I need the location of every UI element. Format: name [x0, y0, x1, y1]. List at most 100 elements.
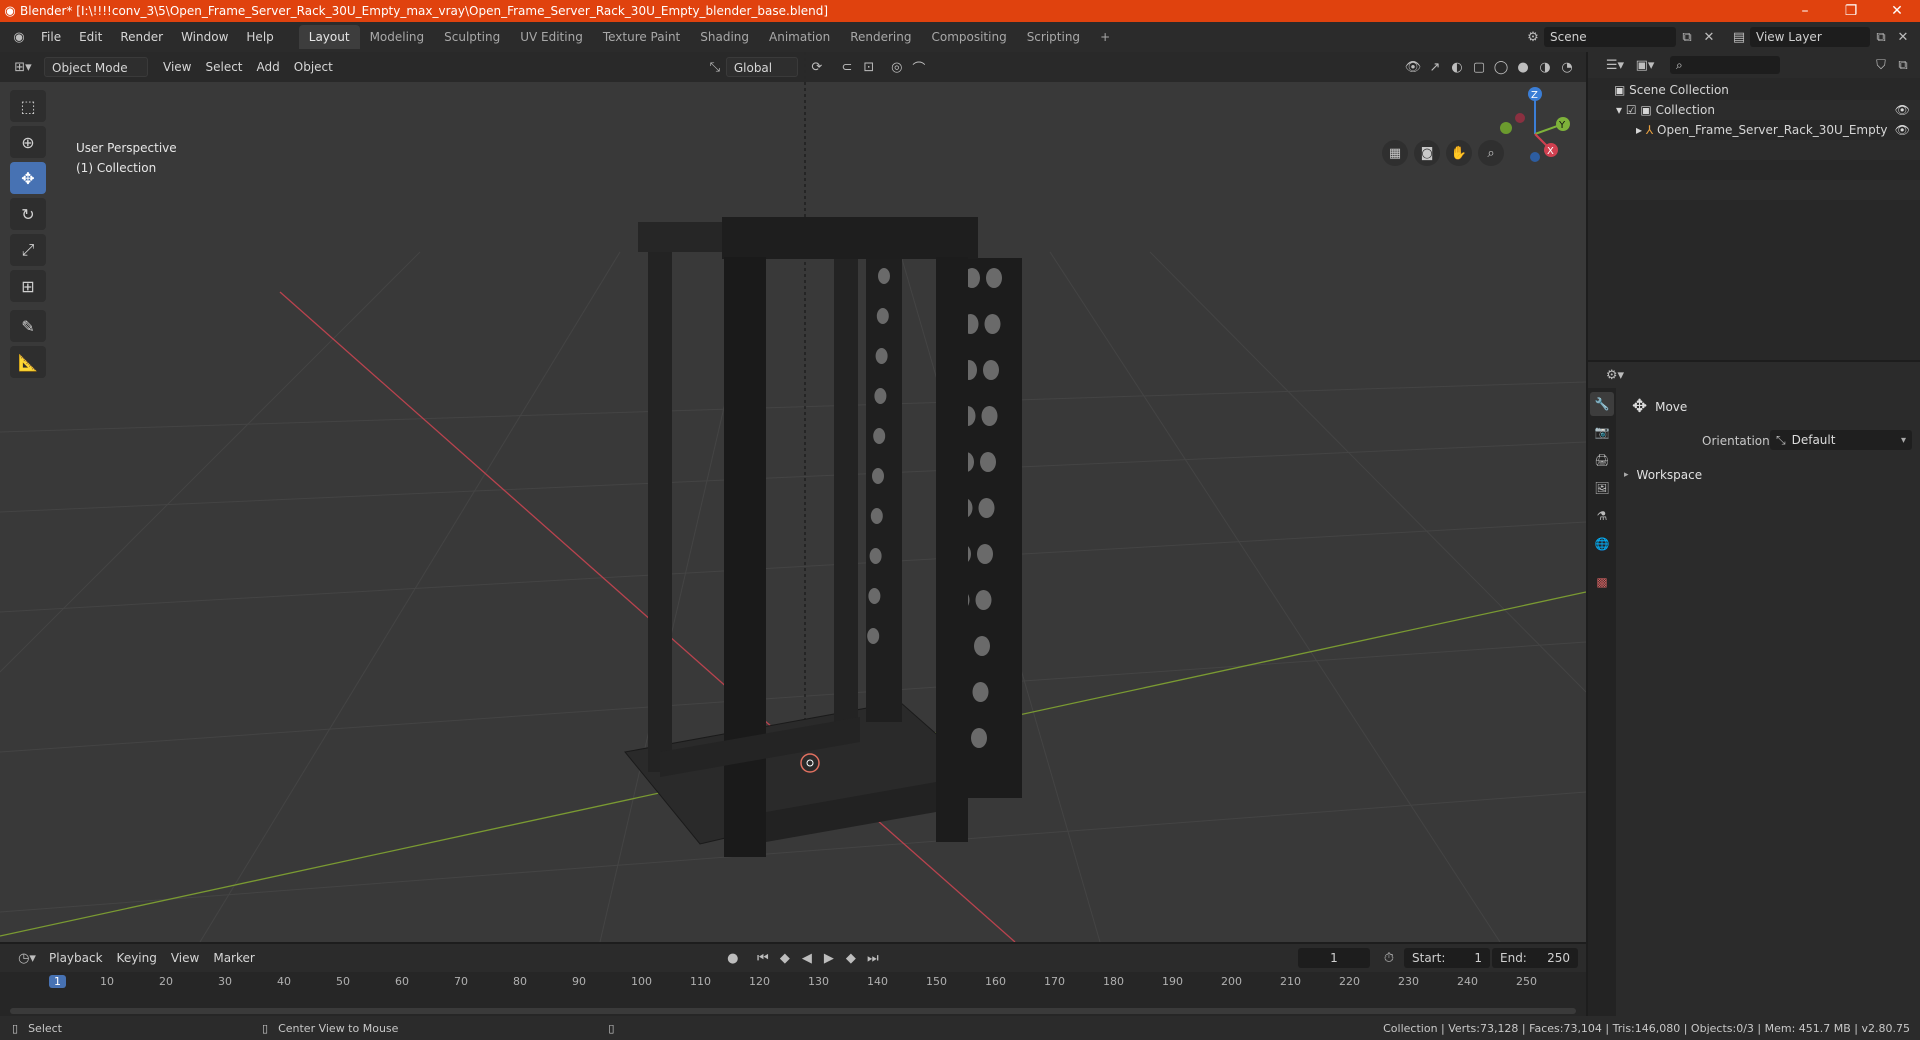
tab-modeling[interactable]: Modeling: [360, 25, 435, 49]
menu-edit[interactable]: Edit: [70, 26, 111, 48]
end-frame-field[interactable]: End: 250: [1492, 948, 1578, 968]
toggle-ortho-icon[interactable]: ▦: [1382, 140, 1408, 166]
gizmo-toggle-icon[interactable]: ↗: [1424, 57, 1446, 77]
transform-tool-icon[interactable]: ⊞: [10, 270, 46, 302]
tool-tab-icon[interactable]: 🔧: [1590, 392, 1614, 416]
menu-window[interactable]: Window: [172, 26, 237, 48]
menu-help[interactable]: Help: [237, 26, 282, 48]
pivot-point-icon[interactable]: ⟳: [806, 57, 828, 77]
timeline-editor-type-icon[interactable]: ◷▾: [12, 948, 42, 968]
new-scene-icon[interactable]: ⧉: [1676, 27, 1698, 47]
current-frame-marker[interactable]: 1: [49, 975, 66, 988]
transform-orientation-dropdown[interactable]: Global: [725, 57, 798, 77]
menu-render[interactable]: Render: [111, 26, 172, 48]
3d-viewport[interactable]: Z Y X User Perspective (1) Collection ▦ …: [0, 52, 1586, 942]
blender-menu-icon[interactable]: ◉: [6, 27, 32, 47]
wireframe-shading-icon[interactable]: ◯: [1490, 57, 1512, 77]
select-box-tool-icon[interactable]: ⬚: [10, 90, 46, 122]
outliner-editor-type-icon[interactable]: ☰▾: [1600, 55, 1630, 75]
delete-view-layer-icon[interactable]: ✕: [1892, 27, 1914, 47]
next-keyframe-icon[interactable]: ◆: [840, 948, 862, 968]
tab-compositing[interactable]: Compositing: [921, 25, 1016, 49]
scale-tool-icon[interactable]: ⤢: [10, 234, 46, 266]
menu-add[interactable]: Add: [250, 57, 287, 77]
menu-playback[interactable]: Playback: [42, 948, 110, 968]
start-frame-field[interactable]: Start: 1: [1404, 948, 1490, 968]
gizmo-neg-z-handle[interactable]: [1530, 152, 1540, 162]
expand-arrow-icon[interactable]: ▸: [1636, 123, 1646, 137]
measure-tool-icon[interactable]: 📐: [10, 346, 46, 378]
view-layer-field[interactable]: View Layer: [1750, 27, 1870, 47]
outliner-search-input[interactable]: ⌕: [1670, 56, 1780, 74]
tab-animation[interactable]: Animation: [759, 25, 840, 49]
rotate-tool-icon[interactable]: ↻: [10, 198, 46, 230]
menu-marker[interactable]: Marker: [206, 948, 261, 968]
menu-view[interactable]: View: [156, 57, 198, 77]
scene-field[interactable]: Scene: [1544, 27, 1676, 47]
menu-file[interactable]: File: [32, 26, 70, 48]
outliner-row-scene-collection[interactable]: ▣ Scene Collection: [1588, 80, 1920, 100]
orientation-dropdown[interactable]: ⤡ Default ▾: [1770, 430, 1912, 450]
jump-start-icon[interactable]: ⏮: [752, 948, 774, 968]
minimize-button[interactable]: –: [1782, 3, 1828, 19]
falloff-icon[interactable]: ⌒: [908, 57, 930, 77]
workspace-panel-header[interactable]: ▸ Workspace: [1624, 468, 1702, 482]
world-tab-icon[interactable]: 🌐: [1590, 532, 1614, 556]
new-view-layer-icon[interactable]: ⧉: [1870, 27, 1892, 47]
collection-eye-icon[interactable]: 👁: [1895, 100, 1910, 120]
scene-tab-icon[interactable]: ⚗: [1590, 504, 1614, 528]
pan-hand-icon[interactable]: ✋: [1446, 140, 1472, 166]
close-button[interactable]: ✕: [1874, 3, 1920, 19]
overlay-toggle-icon[interactable]: ◐: [1446, 57, 1468, 77]
tab-uv-editing[interactable]: UV Editing: [510, 25, 593, 49]
texture-tab-icon[interactable]: ▩: [1590, 570, 1614, 594]
preview-range-icon[interactable]: ⏱: [1378, 948, 1400, 968]
output-tab-icon[interactable]: 🖨: [1590, 448, 1614, 472]
record-icon[interactable]: ●: [722, 948, 744, 968]
timeline-scrollbar[interactable]: [10, 1008, 1576, 1014]
menu-timeline-view[interactable]: View: [164, 948, 206, 968]
tab-scripting[interactable]: Scripting: [1017, 25, 1090, 49]
tab-texture-paint[interactable]: Texture Paint: [593, 25, 690, 49]
add-workspace-button[interactable]: +: [1090, 25, 1120, 49]
menu-keying[interactable]: Keying: [110, 948, 164, 968]
timeline-ruler[interactable]: 1 10 20 30 40 50 60 70 80 90 100 110 120 130 140 150 160…: [0, 972, 1586, 994]
zoom-icon[interactable]: ⌕: [1478, 140, 1504, 166]
object-eye-icon[interactable]: 👁: [1895, 120, 1910, 140]
view-layer-tab-icon[interactable]: 🖼: [1590, 476, 1614, 500]
editor-type-icon[interactable]: ⊞▾: [8, 57, 38, 77]
timeline-body[interactable]: 1 10 20 30 40 50 60 70 80 90 100 110 120 130 140 150 160…: [0, 972, 1586, 1016]
current-frame-field[interactable]: 1: [1298, 948, 1370, 968]
object-mode-dropdown[interactable]: Object Mode: [44, 57, 148, 77]
visibility-icon[interactable]: 👁: [1402, 57, 1424, 77]
properties-editor-type-icon[interactable]: ⚙▾: [1600, 365, 1630, 385]
move-tool-icon[interactable]: ✥: [10, 162, 46, 194]
material-shading-icon[interactable]: ◑: [1534, 57, 1556, 77]
new-collection-icon[interactable]: ⧉: [1892, 55, 1914, 75]
menu-select[interactable]: Select: [198, 57, 249, 77]
exclude-checkbox-icon[interactable]: ☑: [1626, 103, 1641, 117]
collapse-arrow-icon[interactable]: ▾: [1616, 103, 1626, 117]
tab-layout[interactable]: Layout: [298, 25, 360, 49]
filter-icon[interactable]: ⛉: [1870, 55, 1892, 75]
camera-view-icon[interactable]: ◙: [1414, 140, 1440, 166]
solid-shading-icon[interactable]: ●: [1512, 57, 1534, 77]
gizmo-neg-y-handle[interactable]: [1500, 122, 1512, 134]
prev-keyframe-icon[interactable]: ◆: [774, 948, 796, 968]
gizmo-neg-x-handle[interactable]: [1515, 113, 1525, 123]
menu-object[interactable]: Object: [287, 57, 340, 77]
cursor-tool-icon[interactable]: ⊕: [10, 126, 46, 158]
proportional-edit-icon[interactable]: ◎: [886, 57, 908, 77]
snap-target-icon[interactable]: ⊡: [858, 57, 880, 77]
rendered-shading-icon[interactable]: ◔: [1556, 57, 1578, 77]
tab-sculpting[interactable]: Sculpting: [434, 25, 510, 49]
delete-scene-icon[interactable]: ✕: [1698, 27, 1720, 47]
snap-icon[interactable]: ⊂: [836, 57, 858, 77]
xray-icon[interactable]: ▢: [1468, 57, 1490, 77]
render-tab-icon[interactable]: 📷: [1590, 420, 1614, 444]
play-reverse-icon[interactable]: ◀: [796, 948, 818, 968]
jump-end-icon[interactable]: ⏭: [862, 948, 884, 968]
display-mode-icon[interactable]: ▣▾: [1630, 55, 1660, 75]
annotate-tool-icon[interactable]: ✎: [10, 310, 46, 342]
navigation-gizmo[interactable]: Z Y X: [1500, 87, 1570, 162]
